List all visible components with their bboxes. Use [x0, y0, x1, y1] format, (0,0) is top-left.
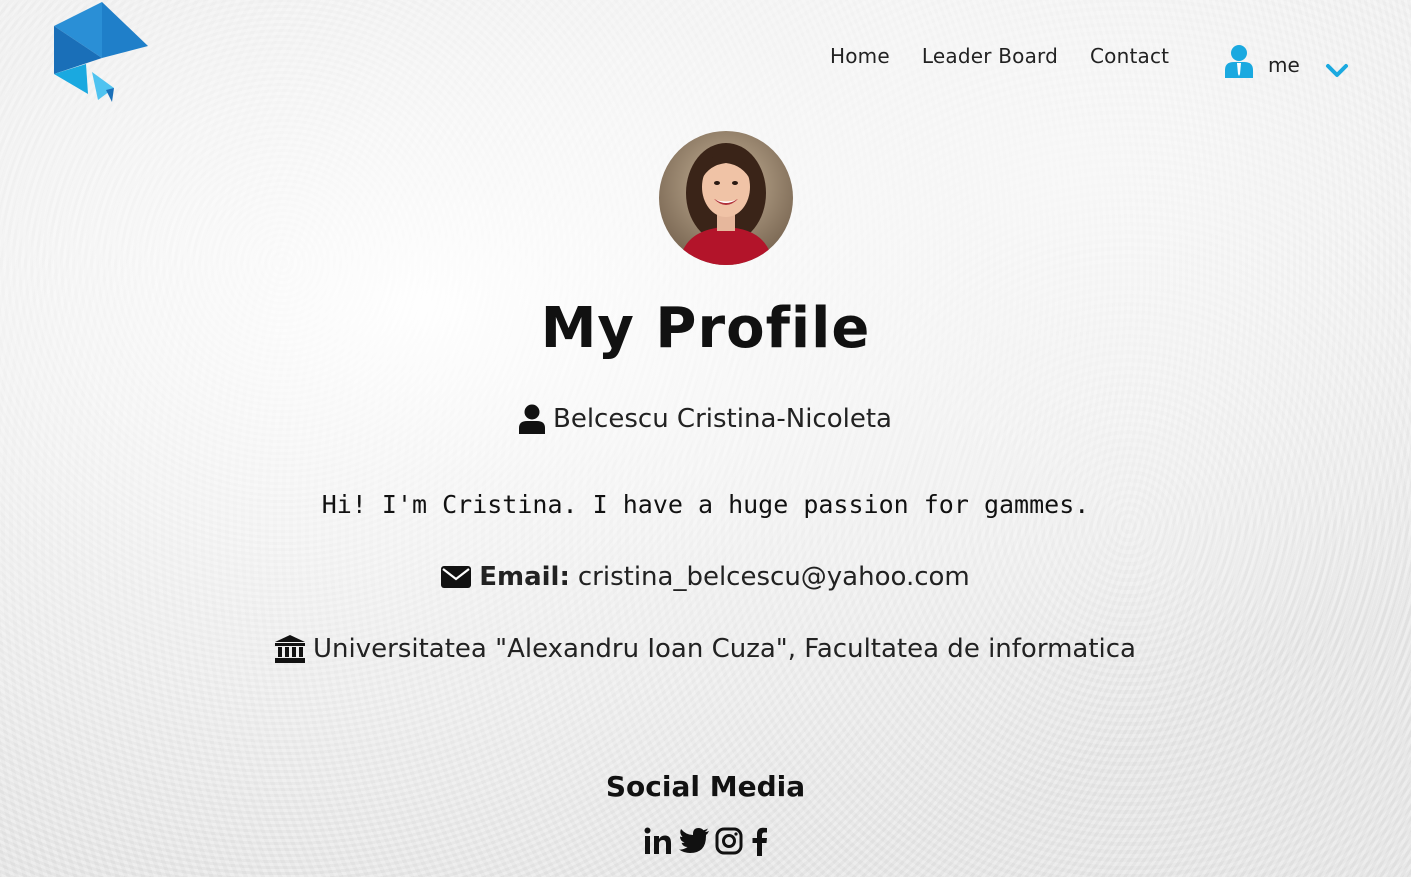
- profile-name-row: Belcescu Cristina-Nicoleta: [0, 404, 1411, 434]
- nav-contact-link[interactable]: Contact: [1090, 44, 1169, 68]
- user-icon: [519, 404, 545, 434]
- email-value: cristina_belcescu@yahoo.com: [577, 562, 970, 592]
- profile-avatar: [659, 131, 793, 265]
- social-icons-row: [0, 826, 1411, 856]
- linkedin-icon[interactable]: [643, 826, 673, 856]
- university-icon: [275, 635, 306, 663]
- profile-bio: Hi! I'm Cristina. I have a huge passion …: [321, 490, 1090, 519]
- profile-education-row: Universitatea "Alexandru Ioan Cuza", Fac…: [0, 634, 1411, 664]
- envelope-icon: [441, 566, 472, 588]
- email-label: Email:: [479, 562, 570, 592]
- instagram-icon[interactable]: [715, 827, 743, 855]
- user-menu[interactable]: me: [1222, 44, 1300, 78]
- social-media-title: Social Media: [605, 770, 806, 803]
- nav-home-link[interactable]: Home: [830, 44, 890, 68]
- main-nav: Home Leader Board Contact: [830, 44, 1201, 68]
- logo[interactable]: [52, 2, 152, 104]
- facebook-icon[interactable]: [749, 826, 769, 856]
- education-value: Universitatea "Alexandru Ioan Cuza", Fac…: [313, 634, 1136, 664]
- user-avatar-icon: [1225, 45, 1253, 78]
- page-title: My Profile: [540, 296, 871, 361]
- profile-name: Belcescu Cristina-Nicoleta: [553, 404, 892, 434]
- chevron-down-icon[interactable]: [1325, 60, 1349, 80]
- profile-email-row: Email: cristina_belcescu@yahoo.com: [0, 562, 1411, 592]
- user-menu-label: me: [1268, 53, 1300, 77]
- nav-leader-board-link[interactable]: Leader Board: [922, 44, 1058, 68]
- twitter-icon[interactable]: [678, 828, 709, 854]
